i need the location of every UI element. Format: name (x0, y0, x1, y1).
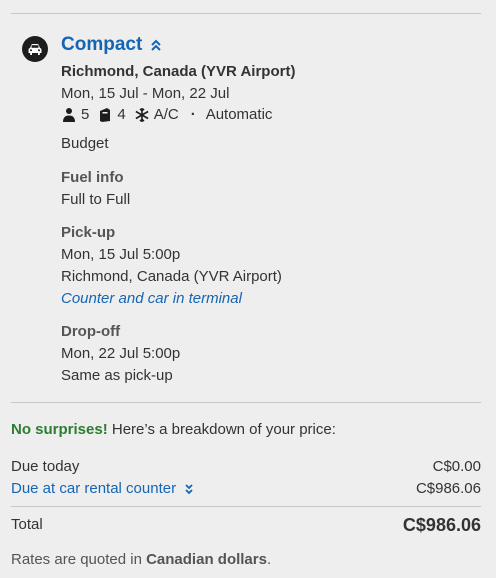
rates-currency: Canadian dollars (146, 551, 267, 568)
vendor-name: Budget (61, 135, 109, 152)
dropoff-location: Same as pick-up (61, 367, 173, 384)
due-counter-toggle[interactable]: Due at car rental counter (11, 479, 194, 499)
car-location: Richmond, Canada (YVR Airport) (61, 63, 296, 80)
chevrons-up-icon[interactable] (150, 38, 162, 52)
total-value: C$986.06 (402, 515, 481, 535)
person-icon (63, 108, 75, 122)
due-counter-value: C$986.06 (415, 480, 481, 497)
bag-count: 4 (117, 106, 126, 123)
pickup-heading: Pick-up (61, 224, 116, 241)
separator-dot: · (190, 106, 196, 123)
fuel-info-value: Full to Full (61, 191, 131, 208)
bag-icon (100, 108, 111, 122)
transmission-label: Automatic (205, 106, 273, 123)
rates-note: Rates are quoted in Canadian dollars. (11, 550, 271, 570)
ac-label: A/C (153, 106, 179, 123)
breakdown-text: Here’s a breakdown of your price: (107, 421, 336, 438)
car-icon (22, 36, 48, 62)
due-counter-row: Due at car rental counter C$986.06 (11, 479, 481, 499)
passenger-count: 5 (81, 106, 90, 123)
ac-feature: A/C (134, 105, 179, 125)
no-surprises-text: No surprises! (11, 421, 108, 438)
pickup-datetime: Mon, 15 Jul 5:00p (61, 246, 181, 263)
car-class-title: Compact (61, 34, 143, 55)
rates-suffix: . (266, 551, 272, 568)
due-today-row: Due today C$0.00 (11, 457, 481, 477)
bag-feature: 4 (97, 105, 126, 125)
fuel-info-heading: Fuel info (61, 169, 124, 186)
total-row: Total C$986.06 (11, 515, 481, 535)
dropoff-datetime: Mon, 22 Jul 5:00p (61, 345, 181, 362)
top-divider (11, 13, 481, 14)
due-today-label: Due today (11, 458, 80, 475)
pickup-counter-link[interactable]: Counter and car in terminal (61, 289, 242, 309)
rates-prefix: Rates are quoted in (11, 551, 147, 568)
pickup-location: Richmond, Canada (YVR Airport) (61, 268, 282, 285)
passenger-feature: 5 (61, 105, 89, 125)
section-divider (11, 402, 481, 403)
snowflake-icon (135, 108, 149, 122)
due-counter-label: Due at car rental counter (11, 480, 177, 497)
car-class-header: Compact (61, 33, 162, 57)
price-headline: No surprises! Here’s a breakdown of your… (11, 420, 481, 440)
car-features: 5 4 A/C · Automatic (61, 105, 272, 125)
due-today-value: C$0.00 (432, 458, 481, 475)
price-headline-text: No surprises! Here’s a breakdown of your… (11, 420, 336, 440)
car-dates: Mon, 15 Jul - Mon, 22 Jul (61, 85, 230, 102)
chevrons-down-icon (185, 484, 193, 495)
dropoff-heading: Drop-off (61, 323, 121, 340)
total-label: Total (11, 516, 43, 533)
total-divider (11, 506, 481, 507)
